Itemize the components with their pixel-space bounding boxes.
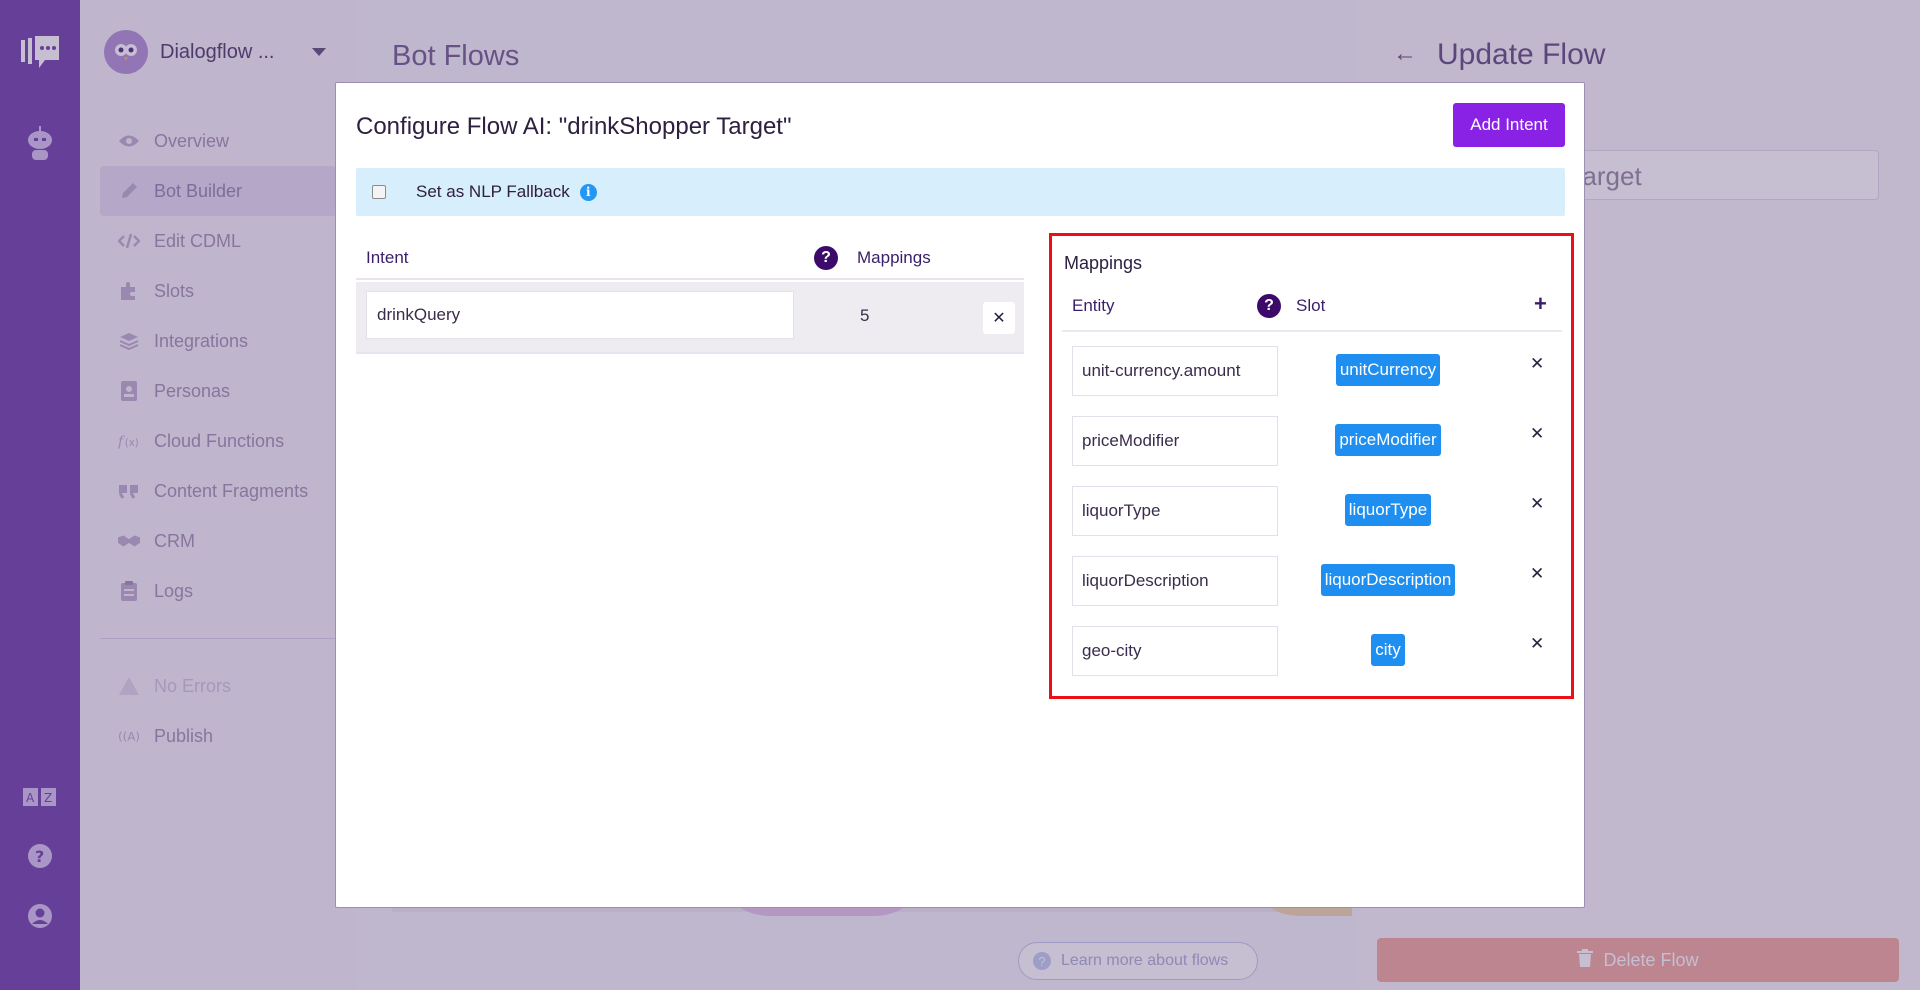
remove-mapping-icon[interactable]: ✕ xyxy=(1530,424,1544,444)
add-intent-button[interactable]: Add Intent xyxy=(1453,103,1565,147)
entity-value: priceModifier xyxy=(1082,431,1180,450)
intent-table: Intent ? Mappings drinkQuery 5 ✕ xyxy=(356,238,1024,354)
intent-row[interactable]: drinkQuery 5 ✕ xyxy=(356,282,1024,354)
slot-chip[interactable]: liquorDescription xyxy=(1320,564,1456,596)
entity-field[interactable]: unit-currency.amount xyxy=(1072,346,1278,396)
intent-name: drinkQuery xyxy=(377,305,461,324)
modal-title: Configure Flow AI: "drinkShopper Target" xyxy=(356,113,792,140)
entity-column-header: Entity xyxy=(1072,296,1115,315)
entity-value: liquorType xyxy=(1082,501,1161,520)
mappings-list: unit-currency.amount unitCurrency ✕ pric… xyxy=(1062,334,1562,684)
nlp-fallback-checkbox[interactable] xyxy=(372,185,386,199)
remove-mapping-icon[interactable]: ✕ xyxy=(1530,564,1544,584)
entity-field[interactable]: priceModifier xyxy=(1072,416,1278,466)
remove-intent-button[interactable]: ✕ xyxy=(983,302,1015,334)
entity-value: liquorDescription xyxy=(1082,571,1209,590)
help-circle-icon[interactable]: ? xyxy=(814,246,838,270)
entity-value: unit-currency.amount xyxy=(1082,361,1241,380)
mapping-row: priceModifier priceModifier ✕ xyxy=(1062,404,1562,474)
slot-chip[interactable]: priceModifier xyxy=(1335,424,1441,456)
slot-column-header: Slot xyxy=(1296,296,1326,315)
mappings-column-header: Mappings xyxy=(857,248,931,267)
slot-chip[interactable]: unitCurrency xyxy=(1335,354,1441,386)
nlp-fallback-label: Set as NLP Fallback xyxy=(416,182,570,201)
help-circle-icon[interactable]: ? xyxy=(1257,294,1281,318)
mapping-row: liquorType liquorType ✕ xyxy=(1062,474,1562,544)
intent-table-header: Intent ? Mappings xyxy=(356,238,1024,280)
mappings-count: 5 xyxy=(860,306,870,325)
mapping-row: unit-currency.amount unitCurrency ✕ xyxy=(1062,334,1562,404)
info-icon[interactable]: i xyxy=(579,183,597,201)
mapping-row: liquorDescription liquorDescription ✕ xyxy=(1062,544,1562,614)
entity-field[interactable]: liquorType xyxy=(1072,486,1278,536)
entity-value: geo-city xyxy=(1082,641,1142,660)
remove-mapping-icon[interactable]: ✕ xyxy=(1530,634,1544,654)
nlp-fallback-bar: Set as NLP Fallback i xyxy=(356,168,1565,216)
mappings-title: Mappings xyxy=(1064,253,1143,273)
entity-field[interactable]: liquorDescription xyxy=(1072,556,1278,606)
remove-mapping-icon[interactable]: ✕ xyxy=(1530,494,1544,514)
configure-flow-ai-modal: Configure Flow AI: "drinkShopper Target"… xyxy=(335,82,1585,908)
mappings-header: Entity ? Slot + xyxy=(1062,290,1562,332)
slot-chip[interactable]: city xyxy=(1371,634,1405,666)
entity-field[interactable]: geo-city xyxy=(1072,626,1278,676)
mapping-row: geo-city city ✕ xyxy=(1062,614,1562,684)
remove-mapping-icon[interactable]: ✕ xyxy=(1530,354,1544,374)
close-icon: ✕ xyxy=(992,310,1006,327)
intent-name-field[interactable]: drinkQuery xyxy=(366,291,794,339)
slot-chip[interactable]: liquorType xyxy=(1344,494,1432,526)
intent-column-header: Intent xyxy=(366,248,409,267)
add-mapping-button[interactable]: + xyxy=(1534,291,1547,317)
mappings-panel: Mappings Entity ? Slot + unit-currency.a… xyxy=(1049,233,1574,699)
